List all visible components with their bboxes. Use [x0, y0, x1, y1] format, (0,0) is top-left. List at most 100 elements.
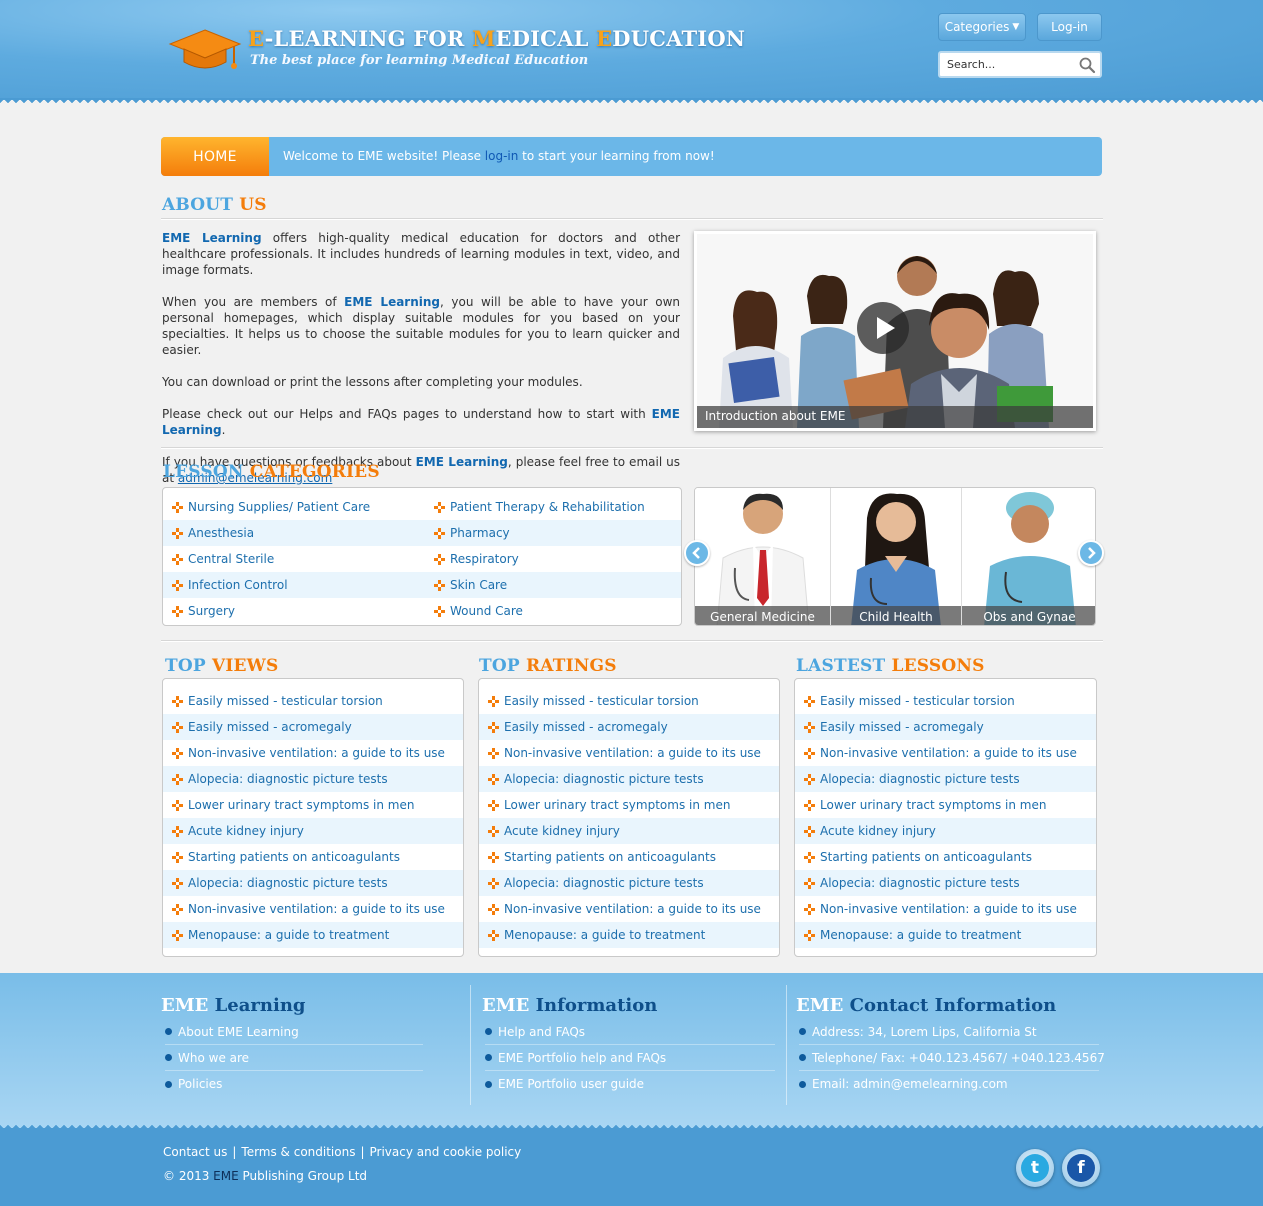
footer-link[interactable]: EME Portfolio help and FAQs [485, 1045, 775, 1071]
footer-divider [786, 985, 787, 1105]
copyright-brand: EME [213, 1169, 239, 1183]
twitter-button[interactable]: t [1016, 1149, 1054, 1187]
carousel-next-button[interactable] [1078, 540, 1104, 566]
facebook-button[interactable]: f [1062, 1149, 1100, 1187]
list-item[interactable]: Nursing Supplies/ Patient Care [163, 494, 423, 520]
footer-link[interactable]: Help and FAQs [485, 1019, 775, 1045]
plus-icon [172, 851, 183, 863]
list-item[interactable]: Alopecia: diagnostic picture tests [795, 870, 1096, 896]
list-item-label: Alopecia: diagnostic picture tests [504, 876, 704, 890]
header: E-LEARNING FOR MEDICAL EDUCATION The bes… [0, 0, 1263, 106]
list-item[interactable]: Alopecia: diagnostic picture tests [795, 766, 1096, 792]
list-item[interactable]: Easily missed - acromegaly [795, 714, 1096, 740]
list-item-label: Wound Care [450, 604, 523, 618]
list-item[interactable]: Patient Therapy & Rehabilitation [425, 494, 681, 520]
about-paragraph: You can download or print the lessons af… [162, 375, 583, 389]
footer-bottom-link[interactable]: Privacy and cookie policy [370, 1145, 522, 1159]
footer-bottom-link[interactable]: Contact us [163, 1145, 227, 1159]
list-item-label: Menopause: a guide to treatment [188, 928, 390, 942]
list-item[interactable]: Starting patients on anticoagulants [163, 844, 463, 870]
list-item[interactable]: Non-invasive ventilation: a guide to its… [795, 740, 1096, 766]
footer-link[interactable]: About EME Learning [165, 1019, 423, 1045]
copyright-post: Publishing Group Ltd [238, 1169, 368, 1183]
list-item[interactable]: Anesthesia [163, 520, 423, 546]
list-item-label: Non-invasive ventilation: a guide to its… [504, 902, 761, 916]
list-item[interactable]: Easily missed - acromegaly [163, 714, 463, 740]
list-item[interactable]: Easily missed - testicular torsion [163, 688, 463, 714]
footer-col2-title-b: Information [535, 995, 658, 1016]
list-item[interactable]: Menopause: a guide to treatment [795, 922, 1096, 948]
list-item[interactable]: Non-invasive ventilation: a guide to its… [163, 896, 463, 922]
list-item[interactable]: Acute kidney injury [163, 818, 463, 844]
list-item[interactable]: Menopause: a guide to treatment [479, 922, 779, 948]
top-views-title-b: VIEWS [211, 656, 279, 676]
graduation-cap-icon [168, 29, 242, 69]
list-item[interactable]: Lower urinary tract symptoms in men [479, 792, 779, 818]
categories-title: LESSON CATEGORIES [163, 462, 380, 482]
footer-bottom-link[interactable]: Terms & conditions [241, 1145, 355, 1159]
list-item[interactable]: Alopecia: diagnostic picture tests [479, 870, 779, 896]
play-button[interactable] [857, 302, 909, 354]
list-item[interactable]: Acute kidney injury [479, 818, 779, 844]
list-item[interactable]: Easily missed - testicular torsion [795, 688, 1096, 714]
list-item[interactable]: Starting patients on anticoagulants [795, 844, 1096, 870]
list-item-label: Non-invasive ventilation: a guide to its… [504, 746, 761, 760]
login-button[interactable]: Log-in [1037, 13, 1102, 41]
footer-link-label: Telephone/ Fax: +040.123.4567/ +040.123.… [812, 1050, 1105, 1065]
about-paragraph: EME Learning offers high-quality medical… [162, 230, 680, 278]
footer-link[interactable]: EME Portfolio user guide [485, 1071, 775, 1097]
footer-zigzag-edge [0, 1122, 1263, 1130]
intro-video[interactable]: Introduction about EME [694, 231, 1096, 431]
footer-col1-title: EME Learning [161, 995, 306, 1016]
footer-link[interactable]: Email: admin@emelearning.com [799, 1071, 1099, 1097]
list-item[interactable]: Lower urinary tract symptoms in men [163, 792, 463, 818]
list-item[interactable]: Non-invasive ventilation: a guide to its… [163, 740, 463, 766]
carousel-card[interactable]: Obs and Gynae [962, 488, 1095, 625]
brand-name: EME Learning [344, 295, 441, 309]
list-item[interactable]: Skin Care [425, 572, 681, 598]
footer-col1-title-b: Learning [214, 995, 306, 1016]
bullet-icon [485, 1080, 492, 1088]
list-item-label: Pharmacy [450, 526, 510, 540]
carousel-prev-button[interactable] [684, 540, 710, 566]
search-input[interactable] [940, 53, 1070, 76]
list-item[interactable]: Starting patients on anticoagulants [479, 844, 779, 870]
carousel-card[interactable]: Child Health [831, 488, 962, 625]
list-item[interactable]: Wound Care [425, 598, 681, 624]
carousel-card[interactable]: General Medicine [695, 488, 831, 625]
search-icon[interactable] [1078, 56, 1096, 74]
bullet-icon [165, 1028, 172, 1035]
footer-link[interactable]: Address: 34, Lorem Lips, California St [799, 1019, 1099, 1045]
footer-link[interactable]: Telephone/ Fax: +040.123.4567/ +040.123.… [799, 1045, 1105, 1071]
list-item[interactable]: Lower urinary tract symptoms in men [795, 792, 1096, 818]
footer-link[interactable]: Who we are [165, 1045, 423, 1071]
about-p4-pre: Please check out our Helps and FAQs page… [162, 407, 652, 421]
twitter-icon: t [1021, 1154, 1049, 1182]
list-item[interactable]: Pharmacy [425, 520, 681, 546]
home-tab[interactable]: HOME [161, 137, 269, 176]
bullet-icon [165, 1054, 172, 1061]
list-item[interactable]: Menopause: a guide to treatment [163, 922, 463, 948]
copyright-pre: © 2013 [163, 1169, 214, 1183]
list-item[interactable]: Non-invasive ventilation: a guide to its… [795, 896, 1096, 922]
categories-button[interactable]: Categories ▼ [938, 13, 1026, 41]
footer-link[interactable]: Policies [165, 1071, 423, 1097]
plus-icon [172, 501, 183, 513]
site-title-part: -LEARNING FOR [264, 26, 473, 51]
list-item-label: Lower urinary tract symptoms in men [504, 798, 731, 812]
list-item[interactable]: Alopecia: diagnostic picture tests [163, 766, 463, 792]
list-item[interactable]: Respiratory [425, 546, 681, 572]
list-item[interactable]: Infection Control [163, 572, 423, 598]
list-item[interactable]: Central Sterile [163, 546, 423, 572]
list-item[interactable]: Acute kidney injury [795, 818, 1096, 844]
plus-icon [172, 579, 183, 591]
list-item[interactable]: Alopecia: diagnostic picture tests [479, 766, 779, 792]
welcome-login-link[interactable]: log-in [485, 149, 519, 163]
list-item[interactable]: Non-invasive ventilation: a guide to its… [479, 896, 779, 922]
list-item[interactable]: Alopecia: diagnostic picture tests [163, 870, 463, 896]
list-item[interactable]: Easily missed - testicular torsion [479, 688, 779, 714]
list-item[interactable]: Easily missed - acromegaly [479, 714, 779, 740]
list-item[interactable]: Non-invasive ventilation: a guide to its… [479, 740, 779, 766]
list-item[interactable]: Surgery [163, 598, 423, 624]
chevron-right-icon [1088, 547, 1096, 559]
